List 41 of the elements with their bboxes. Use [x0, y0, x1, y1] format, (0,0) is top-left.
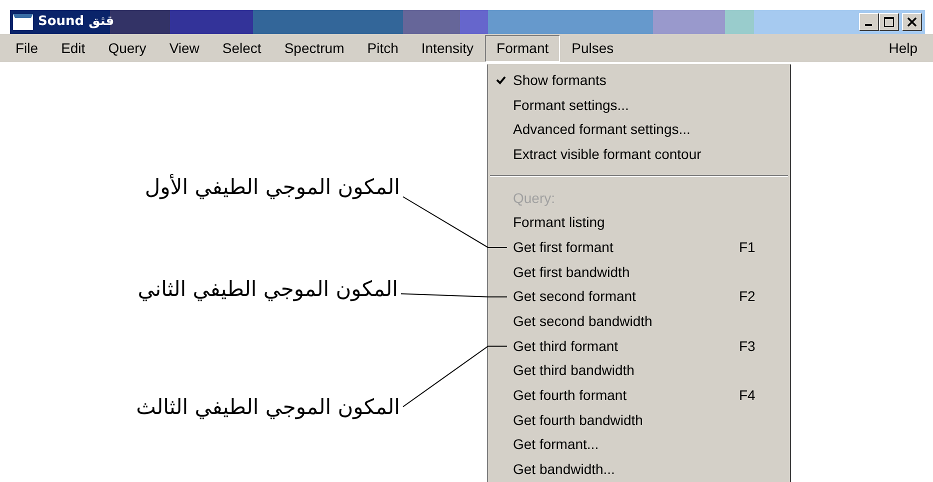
menu-item[interactable]: Formant [485, 34, 560, 62]
menu-option[interactable]: Get third formant F3 [488, 334, 790, 359]
menu-option[interactable]: Formant settings... [488, 92, 790, 118]
menu-option[interactable]: Get bandwidth... [488, 457, 790, 482]
window-title: Sound قثق [38, 13, 114, 32]
menu-option[interactable]: Get formant... [488, 432, 790, 458]
menu-option[interactable]: Extract visible formant contour [488, 142, 790, 167]
close-button[interactable] [902, 13, 922, 31]
minimize-icon [865, 24, 872, 26]
menu-option[interactable]: Show formants [488, 68, 790, 93]
menu-item[interactable]: Help [877, 34, 929, 62]
close-icon [907, 17, 917, 27]
menu-option[interactable]: Advanced formant settings... [488, 117, 790, 142]
menu-option[interactable]: Get fourth formant F4 [488, 383, 790, 408]
menu-item[interactable]: Intensity [410, 34, 486, 62]
menu-option[interactable]: Get second formant F2 [488, 284, 790, 310]
menu-option[interactable]: Get second bandwidth [488, 309, 790, 334]
annotation-label: المكون الموجي الطيفي الأول [144, 173, 400, 202]
menu-item[interactable]: Edit [50, 34, 97, 62]
maximize-button[interactable] [878, 13, 898, 31]
menu-option[interactable]: Get first bandwidth [488, 260, 790, 284]
menu-option[interactable]: Formant listing [488, 210, 790, 236]
menu-item[interactable]: Pulses [560, 34, 626, 62]
menu-item[interactable]: Pitch [356, 34, 410, 62]
menu-item[interactable]: Query [96, 34, 158, 62]
menu-option[interactable]: Get third bandwidth [488, 358, 790, 384]
minimize-button[interactable] [858, 13, 878, 31]
menu-option[interactable]: Get fourth bandwidth [488, 408, 790, 433]
menu-item[interactable]: Select [210, 34, 273, 62]
menu-item[interactable]: Spectrum [272, 34, 356, 62]
annotation-label: المكون الموجي الطيفي الثاني [138, 276, 398, 304]
menu-item[interactable]: View [158, 34, 211, 62]
maximize-icon [884, 17, 894, 27]
menu-option[interactable]: Get first formant F1 [488, 235, 790, 260]
menu-item[interactable]: File [4, 34, 50, 62]
annotation-label: المكون الموجي الطيفي الثالث [136, 394, 400, 422]
shortcut-label: F3 [739, 336, 756, 356]
shortcut-label: F1 [739, 238, 756, 257]
shortcut-label: F4 [739, 386, 756, 406]
shortcut-label: F2 [739, 287, 756, 306]
window-icon [13, 14, 33, 30]
